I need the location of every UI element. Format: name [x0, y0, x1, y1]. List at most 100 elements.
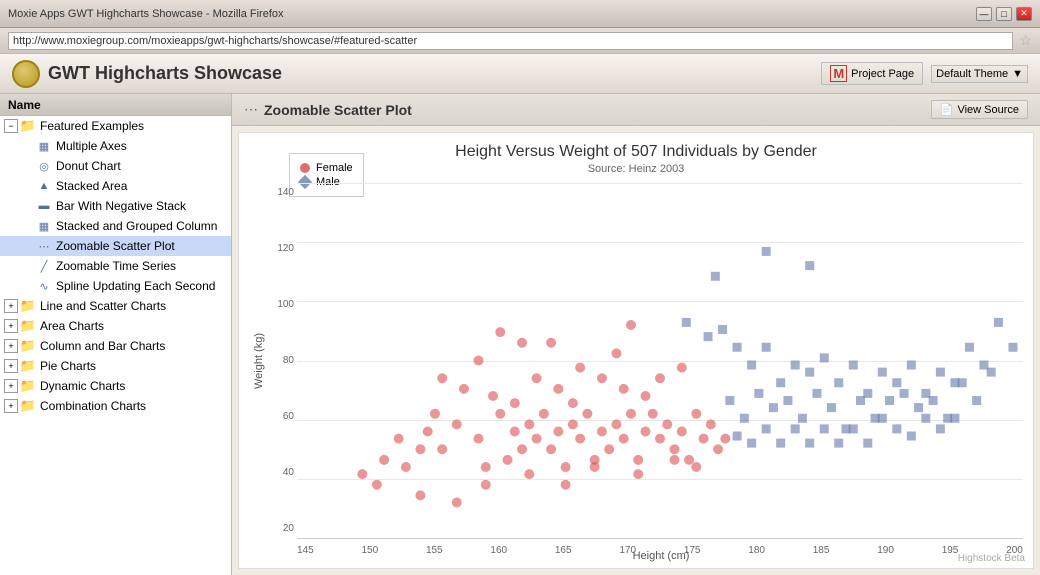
sidebar-label-multiple-axes: Multiple Axes [56, 139, 127, 153]
view-source-label: View Source [957, 104, 1019, 116]
chart-spline-icon: ∿ [36, 278, 52, 294]
y-axis-ticks: 140 120 100 80 60 40 20 [269, 183, 297, 538]
chart-pie-icon: ◎ [36, 158, 52, 174]
chart-grouped-icon: ▦ [36, 218, 52, 234]
sidebar-label-dynamic-charts: Dynamic Charts [40, 379, 125, 393]
scatter-plot-svg [297, 183, 1023, 538]
plot-area: 145 150 155 160 165 170 175 180 185 190 … [297, 183, 1023, 538]
sidebar-item-area-charts[interactable]: + 📁 Area Charts [0, 316, 231, 336]
sidebar-item-pie-charts[interactable]: + 📁 Pie Charts [0, 356, 231, 376]
sidebar-label-bar-negative-stack: Bar With Negative Stack [56, 199, 186, 213]
chart-bar2-icon: ▬ [36, 198, 52, 214]
y-tick-20: 20 [269, 523, 294, 534]
expand-featured-icon[interactable]: − [4, 119, 18, 133]
sidebar-item-bar-negative-stack[interactable]: ▬ Bar With Negative Stack [0, 196, 231, 216]
folder-closed-dynamic-icon: 📁 [20, 378, 36, 394]
folder-closed-combo-icon: 📁 [20, 398, 36, 414]
chart-time-icon: ╱ [36, 258, 52, 274]
expand-line-scatter-icon[interactable]: + [4, 299, 18, 313]
theme-select-label: Default Theme [936, 68, 1008, 80]
chart-header-left: ⋯ Zoomable Scatter Plot [244, 101, 412, 118]
expand-area-charts-icon[interactable]: + [4, 319, 18, 333]
expand-combination-icon[interactable]: + [4, 399, 18, 413]
content-panel: ⋯ Zoomable Scatter Plot 📄 View Source He… [232, 94, 1040, 575]
app-logo: GWT Highcharts Showcase [12, 60, 282, 88]
folder-closed-area-icon: 📁 [20, 318, 36, 334]
sidebar-header: Name [0, 94, 231, 116]
project-page-label: Project Page [851, 68, 914, 80]
sidebar-label-zoomable-scatter: Zoomable Scatter Plot [56, 239, 175, 253]
sidebar-label-zoomable-time: Zoomable Time Series [56, 259, 176, 273]
sidebar-item-donut-chart[interactable]: ◎ Donut Chart [0, 156, 231, 176]
chart-header-title: Zoomable Scatter Plot [264, 102, 412, 118]
bookmark-icon[interactable]: ☆ [1019, 32, 1032, 49]
maximize-button[interactable]: □ [996, 7, 1012, 21]
expand-pie-charts-icon[interactable]: + [4, 359, 18, 373]
sidebar-label-stacked-area: Stacked Area [56, 179, 127, 193]
view-source-icon: 📄 [940, 103, 954, 116]
sidebar: Name − 📁 Featured Examples ▦ Multiple Ax… [0, 94, 232, 575]
y-tick-100: 100 [269, 299, 294, 310]
y-tick-140: 140 [269, 187, 294, 198]
y-tick-80: 80 [269, 355, 294, 366]
y-tick-120: 120 [269, 243, 294, 254]
sidebar-item-combination-charts[interactable]: + 📁 Combination Charts [0, 396, 231, 416]
sidebar-label-donut-chart: Donut Chart [56, 159, 121, 173]
close-button[interactable]: ✕ [1016, 7, 1032, 21]
sidebar-item-column-bar[interactable]: + 📁 Column and Bar Charts [0, 336, 231, 356]
app-header: GWT Highcharts Showcase M Project Page D… [0, 54, 1040, 94]
x-axis-label: Height (cm) [289, 550, 1033, 562]
view-source-button[interactable]: 📄 View Source [931, 100, 1028, 119]
theme-select[interactable]: Default Theme ▼ [931, 65, 1028, 83]
y-axis-label-container: Weight (kg) [249, 183, 269, 538]
browser-controls: — □ ✕ [976, 7, 1032, 21]
dropdown-arrow-icon: ▼ [1012, 68, 1023, 80]
minimize-button[interactable]: — [976, 7, 992, 21]
sidebar-item-spline-updating[interactable]: ∿ Spline Updating Each Second [0, 276, 231, 296]
browser-toolbar: http://www.moxiegroup.com/moxieapps/gwt-… [0, 28, 1040, 54]
folder-closed-pie-icon: 📁 [20, 358, 36, 374]
sidebar-item-dynamic-charts[interactable]: + 📁 Dynamic Charts [0, 376, 231, 396]
folder-closed-column-icon: 📁 [20, 338, 36, 354]
sidebar-item-line-scatter[interactable]: + 📁 Line and Scatter Charts [0, 296, 231, 316]
legend-female-dot [300, 163, 310, 173]
sidebar-label-stacked-grouped: Stacked and Grouped Column [56, 219, 217, 233]
y-axis-label: Weight (kg) [253, 332, 265, 388]
browser-title: Moxie Apps GWT Highcharts Showcase - Moz… [8, 8, 976, 20]
sidebar-item-stacked-area[interactable]: ▲ Stacked Area [0, 176, 231, 196]
sidebar-item-multiple-axes[interactable]: ▦ Multiple Axes [0, 136, 231, 156]
grid-line-bottom [297, 538, 1023, 539]
legend-item-female: Female [300, 162, 353, 174]
sidebar-item-zoomable-scatter[interactable]: ⋯ Zoomable Scatter Plot [0, 236, 231, 256]
main-layout: Name − 📁 Featured Examples ▦ Multiple Ax… [0, 94, 1040, 575]
sidebar-label-combination-charts: Combination Charts [40, 399, 146, 413]
header-right: M Project Page Default Theme ▼ [821, 62, 1028, 85]
expand-dynamic-charts-icon[interactable]: + [4, 379, 18, 393]
sidebar-label-column-bar: Column and Bar Charts [40, 339, 165, 353]
highstock-watermark: Highstock Beta [958, 553, 1025, 564]
app-title: GWT Highcharts Showcase [48, 63, 282, 84]
sidebar-label-pie-charts: Pie Charts [40, 359, 96, 373]
address-bar[interactable]: http://www.moxiegroup.com/moxieapps/gwt-… [8, 32, 1013, 50]
y-tick-60: 60 [269, 411, 294, 422]
legend-female-label: Female [316, 162, 353, 174]
sidebar-item-stacked-grouped[interactable]: ▦ Stacked and Grouped Column [0, 216, 231, 236]
sidebar-item-zoomable-time[interactable]: ╱ Zoomable Time Series [0, 256, 231, 276]
address-text: http://www.moxiegroup.com/moxieapps/gwt-… [13, 35, 417, 47]
sidebar-label-area-charts: Area Charts [40, 319, 104, 333]
y-tick-40: 40 [269, 467, 294, 478]
expand-column-bar-icon[interactable]: + [4, 339, 18, 353]
sidebar-header-label: Name [8, 98, 41, 112]
sidebar-item-featured-examples[interactable]: − 📁 Featured Examples [0, 116, 231, 136]
m-logo-icon: M [830, 65, 847, 82]
chart-bar-icon: ▦ [36, 138, 52, 154]
chart-area: Height Versus Weight of 507 Individuals … [238, 132, 1034, 569]
sidebar-label-featured-examples: Featured Examples [40, 119, 144, 133]
folder-open-icon: 📁 [20, 118, 36, 134]
chart-with-axes: Weight (kg) 140 120 100 80 60 40 20 [249, 183, 1023, 538]
folder-closed-line-icon: 📁 [20, 298, 36, 314]
chart-header: ⋯ Zoomable Scatter Plot 📄 View Source [232, 94, 1040, 126]
browser-titlebar: Moxie Apps GWT Highcharts Showcase - Moz… [0, 0, 1040, 28]
project-page-button[interactable]: M Project Page [821, 62, 923, 85]
scatter-chart-header-icon: ⋯ [244, 101, 258, 118]
